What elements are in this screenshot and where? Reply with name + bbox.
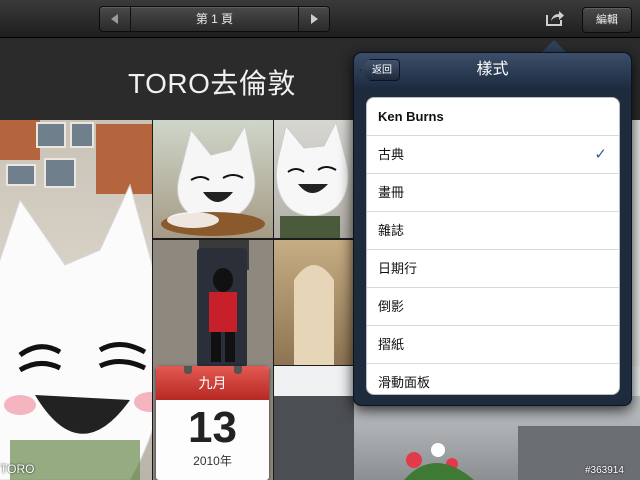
theme-item-label: 倒影 (378, 299, 405, 314)
chevron-right-icon (311, 14, 318, 24)
calendar-day: 13 (188, 403, 237, 452)
next-page-button[interactable] (298, 7, 329, 31)
theme-item-dateline[interactable]: 日期行 (367, 250, 619, 288)
toro-cat-face (161, 124, 265, 236)
photo-building-with-cat[interactable] (0, 120, 152, 480)
theme-item-album[interactable]: 畫冊 (367, 174, 619, 212)
share-icon (546, 11, 564, 26)
theme-list: Ken Burns 古典 ✓ 畫冊 雜誌 日期行 倒影 摺紙 滑動面板 (366, 97, 620, 395)
popover-header: 樣式 返回 (354, 53, 631, 87)
theme-item-magazine[interactable]: 雜誌 (367, 212, 619, 250)
calendar-ring (234, 366, 242, 374)
watermark: #363914 (585, 465, 624, 476)
theme-item-label: 日期行 (378, 261, 418, 276)
calendar-card: 九月 13 2010年 (156, 366, 269, 480)
photo-caption: TORO (0, 462, 35, 476)
calendar-month: 九月 (156, 366, 269, 400)
arch-shape (294, 265, 334, 365)
page-label: 第 1 頁 (195, 12, 234, 26)
photo-castle-interior[interactable] (274, 240, 354, 365)
theme-item-label: 畫冊 (378, 185, 405, 200)
theme-item-label: 滑動面板 (378, 375, 431, 390)
theme-item-label: Ken Burns (378, 109, 444, 124)
top-toolbar: 第 1 頁 編輯 (0, 0, 640, 38)
calendar-year: 2010年 (193, 454, 232, 468)
theme-item-ken-burns[interactable]: Ken Burns (367, 98, 619, 136)
theme-popover: 樣式 返回 Ken Burns 古典 ✓ 畫冊 雜誌 日期行 倒影 摺紙 滑動面板 (353, 52, 632, 406)
theme-item-label: 摺紙 (378, 337, 405, 352)
theme-item-sliding-panels[interactable]: 滑動面板 (367, 364, 619, 394)
toro-cat-face (276, 120, 349, 238)
edit-button[interactable]: 編輯 (582, 7, 632, 33)
photo-cat-with-food[interactable] (153, 120, 273, 238)
previous-page-button[interactable] (100, 7, 131, 31)
chevron-left-icon (111, 14, 118, 24)
theme-item-classic[interactable]: 古典 ✓ (367, 136, 619, 174)
share-button[interactable] (537, 7, 573, 31)
toro-cat-plush (0, 183, 152, 480)
theme-item-reflection[interactable]: 倒影 (367, 288, 619, 326)
page-navigator: 第 1 頁 (99, 6, 330, 32)
checkmark-icon: ✓ (594, 146, 607, 163)
theme-item-label: 雜誌 (378, 223, 405, 238)
theme-item-label: 古典 (378, 147, 405, 162)
photo-cat-portrait[interactable] (274, 120, 354, 238)
theme-item-origami[interactable]: 摺紙 (367, 326, 619, 364)
calendar-ring (184, 366, 192, 374)
